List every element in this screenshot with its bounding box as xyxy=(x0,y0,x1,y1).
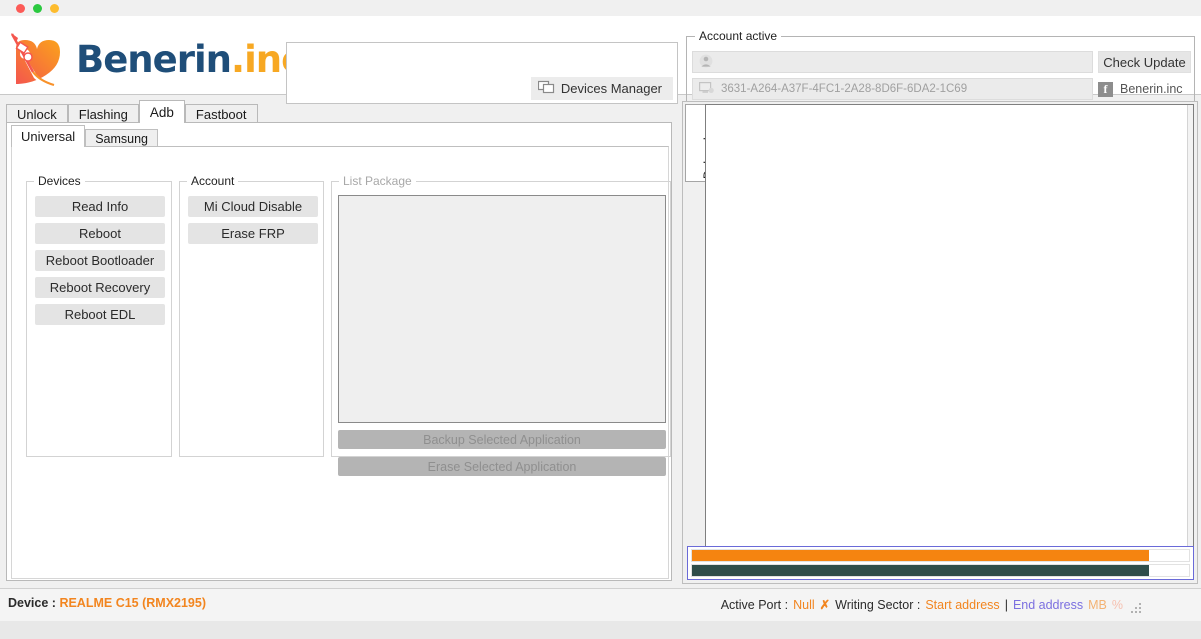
brand-logo: Benerin.inc xyxy=(6,28,302,90)
device-label: Device : xyxy=(8,596,56,610)
device-status: Device : REALME C15 (RMX2195) xyxy=(8,596,206,610)
progress-container xyxy=(687,546,1194,580)
backup-selected-application-button[interactable]: Backup Selected Application xyxy=(338,430,666,449)
secondary-tabs: Universal Samsung xyxy=(11,125,158,147)
progress-fill-overall xyxy=(692,565,1149,576)
brand-name-main: Benerin xyxy=(76,38,231,81)
progress-fill-transfer xyxy=(692,550,1149,561)
devices-manager-label: Devices Manager xyxy=(561,81,662,96)
end-address-value: End address xyxy=(1013,598,1083,612)
check-update-button[interactable]: Check Update xyxy=(1098,51,1191,73)
subtab-universal[interactable]: Universal xyxy=(11,125,85,147)
reboot-recovery-button[interactable]: Reboot Recovery xyxy=(35,277,165,298)
start-address-value: Start address xyxy=(925,598,999,612)
debug-log-output[interactable] xyxy=(705,104,1194,552)
device-value: REALME C15 (RMX2195) xyxy=(59,596,206,610)
status-bar: Device : REALME C15 (RMX2195) Active Por… xyxy=(0,588,1201,621)
window-titlebar xyxy=(0,0,1201,16)
pen-nib-cloud-logo-icon xyxy=(6,28,72,90)
devices-group: Devices Read Info Reboot Reboot Bootload… xyxy=(26,181,172,457)
active-port-label: Active Port : xyxy=(721,598,788,612)
read-info-button[interactable]: Read Info xyxy=(35,196,165,217)
devices-manager-button[interactable]: Devices Manager xyxy=(531,77,673,100)
list-package-legend: List Package xyxy=(339,174,416,188)
port-status: Active Port : Null ✗ Writing Sector : St… xyxy=(721,597,1123,612)
size-unit-label: MB xyxy=(1088,598,1107,612)
facebook-icon: f xyxy=(1098,82,1113,97)
subtab-samsung[interactable]: Samsung xyxy=(85,129,158,147)
app-header: Benerin.inc Devices Manager Account acti… xyxy=(0,16,1201,95)
brand-name-dot: . xyxy=(231,38,244,81)
mi-cloud-disable-button[interactable]: Mi Cloud Disable xyxy=(188,196,318,217)
tab-adb[interactable]: Adb xyxy=(139,100,185,123)
erase-selected-application-button[interactable]: Erase Selected Application xyxy=(338,457,666,476)
brand-wordmark: Benerin.inc xyxy=(76,38,302,81)
primary-tabs: Unlock Flashing Adb Fastboot xyxy=(6,101,258,123)
account-serial-value: 3631-A264-A37F-4FC1-2A28-8D6F-6DA2-1C69 xyxy=(721,83,967,95)
account-user-field[interactable] xyxy=(692,51,1093,73)
monitors-icon xyxy=(538,80,555,98)
user-avatar-icon xyxy=(699,54,713,71)
application-window: Benerin.inc Devices Manager Account acti… xyxy=(0,0,1201,639)
address-separator: | xyxy=(1005,598,1008,612)
package-listbox[interactable] xyxy=(338,195,666,423)
device-monitor-icon xyxy=(699,81,715,98)
account-group-legend: Account active xyxy=(695,29,781,43)
account-active-group: Account active xyxy=(686,36,1195,104)
erase-frp-button[interactable]: Erase FRP xyxy=(188,223,318,244)
percent-symbol: % xyxy=(1112,598,1123,612)
tab-debug-logs[interactable]: Debug Logs xyxy=(685,104,705,182)
close-button[interactable] xyxy=(16,4,25,13)
progress-bar-transfer xyxy=(691,549,1190,562)
account-actions-legend: Account xyxy=(187,174,238,188)
account-actions-group: Account Mi Cloud Disable Erase FRP xyxy=(179,181,324,457)
reboot-bootloader-button[interactable]: Reboot Bootloader xyxy=(35,250,165,271)
list-package-group: List Package Backup Selected Application… xyxy=(331,181,671,457)
devices-group-legend: Devices xyxy=(34,174,85,188)
log-scrollbar[interactable] xyxy=(1187,105,1193,551)
active-port-mark: ✗ xyxy=(820,597,830,612)
reboot-button[interactable]: Reboot xyxy=(35,223,165,244)
facebook-label: Benerin.inc xyxy=(1120,82,1183,96)
reboot-edl-button[interactable]: Reboot EDL xyxy=(35,304,165,325)
progress-bar-overall xyxy=(691,564,1190,577)
tab-flashing[interactable]: Flashing xyxy=(68,104,139,123)
device-info-panel: Devices Manager xyxy=(286,42,678,104)
tab-fastboot[interactable]: Fastboot xyxy=(185,104,258,123)
zoom-button[interactable] xyxy=(50,4,59,13)
adb-tab-body: Universal Samsung Devices Read Info Rebo… xyxy=(6,122,672,581)
universal-tab-body: Devices Read Info Reboot Reboot Bootload… xyxy=(11,146,669,579)
tab-unlock[interactable]: Unlock xyxy=(6,104,68,123)
resize-grip-icon[interactable] xyxy=(1131,605,1141,613)
main-tab-panel: Unlock Flashing Adb Fastboot Universal S… xyxy=(2,101,676,584)
active-port-value: Null xyxy=(793,598,815,612)
facebook-link[interactable]: f Benerin.inc xyxy=(1098,78,1191,100)
writing-sector-label: Writing Sector : xyxy=(835,598,920,612)
window-footer xyxy=(0,621,1201,639)
account-serial-field[interactable]: 3631-A264-A37F-4FC1-2A28-8D6F-6DA2-1C69 xyxy=(692,78,1093,100)
debug-panel: Debug Logs xyxy=(682,101,1198,584)
minimize-button[interactable] xyxy=(33,4,42,13)
